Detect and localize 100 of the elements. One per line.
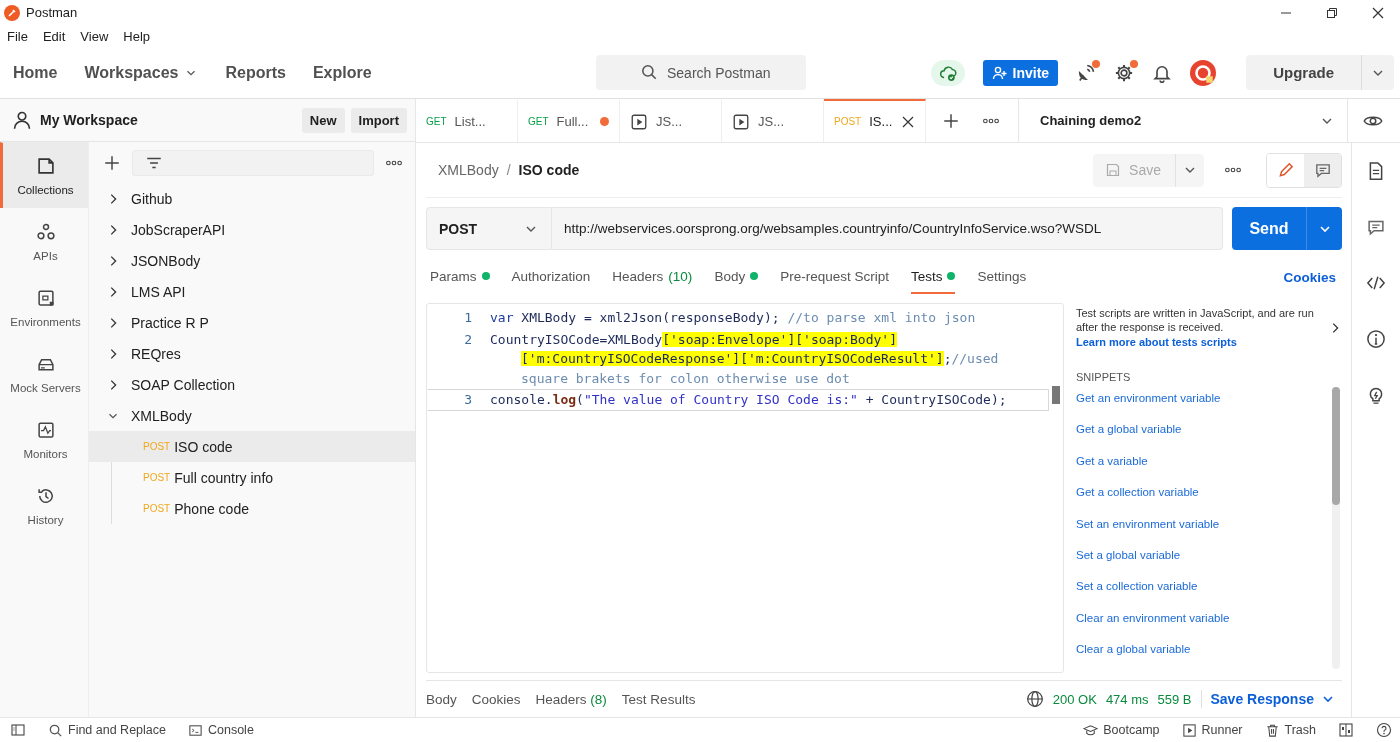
line-number: 2 — [463, 330, 473, 349]
learn-more-link[interactable]: Learn more about tests scripts — [1076, 336, 1237, 348]
breadcrumb-link[interactable]: XMLBody — [438, 162, 499, 178]
line-number: 3 — [463, 391, 473, 410]
menu-item[interactable]: Help — [123, 28, 151, 44]
add-icon[interactable] — [103, 154, 121, 172]
collection-item[interactable]: Practice R P — [89, 307, 415, 338]
cookies-link[interactable]: Cookies — [1283, 269, 1342, 285]
collection-item[interactable]: XMLBody — [89, 400, 415, 431]
request-option-tab[interactable]: Pre-request Script — [780, 260, 889, 294]
request-tab[interactable]: POST IS... — [824, 99, 926, 142]
response-time: 474 ms — [1105, 691, 1149, 707]
request-option-tab[interactable]: Tests — [910, 260, 956, 294]
invite-button[interactable]: Invite — [982, 59, 1059, 86]
request-tab[interactable]: GET Full... — [518, 99, 620, 142]
scrollbar-thumb[interactable] — [1332, 387, 1340, 505]
collection-item[interactable]: REQres — [89, 338, 415, 369]
nav-rail-item[interactable]: History — [0, 472, 88, 538]
snippet-link[interactable]: Set a global variable — [1076, 539, 1332, 572]
snippet-link[interactable]: Set an environment variable — [1076, 508, 1332, 540]
status-bar-item[interactable]: Find and Replace — [48, 722, 166, 738]
sync-status-button[interactable] — [930, 59, 965, 86]
code-editor[interactable] — [426, 303, 1064, 673]
status-bar-item[interactable]: Bootcamp — [1083, 722, 1160, 738]
search-field[interactable]: Search Postman — [596, 55, 806, 90]
snippet-link[interactable]: Get a collection variable — [1076, 477, 1332, 509]
add-icon[interactable] — [942, 111, 960, 130]
request-tab[interactable]: JS... — [620, 99, 722, 142]
environment-select[interactable]: Chaining demo2 — [1019, 99, 1347, 142]
nav-rail-item[interactable]: Monitors — [0, 406, 88, 472]
filter-field[interactable] — [132, 150, 374, 176]
collection-item[interactable]: LMS API — [89, 276, 415, 307]
status-bar-item[interactable]: Runner — [1181, 722, 1243, 738]
url-field[interactable]: http://webservices.oorsprong.org/websamples.countryinfo/CountryInfoService.wso?WSDL — [552, 207, 1223, 250]
response-tab[interactable]: Test Results — [621, 691, 696, 707]
search-icon — [48, 722, 63, 738]
graduation-cap-icon — [1083, 722, 1099, 738]
help-text: Test scripts are written in JavaScript, and are run after the response is received. — [1076, 307, 1315, 334]
nav-link[interactable]: Workspaces — [84, 63, 199, 82]
save-response-button[interactable]: Save Response — [1200, 690, 1342, 708]
info-icon[interactable] — [1366, 329, 1386, 349]
satellite-icon[interactable] — [1076, 62, 1097, 83]
nav-rail-item[interactable]: APIs — [0, 208, 88, 274]
globe-icon[interactable] — [1025, 690, 1044, 708]
settings-icon[interactable] — [1114, 62, 1135, 83]
request-option-tab[interactable]: Settings — [977, 260, 1027, 294]
search-icon — [640, 63, 658, 81]
play-icon — [1181, 722, 1197, 738]
request-option-tab[interactable]: Headers (10) — [612, 260, 693, 294]
snippet-link[interactable]: Set a collection variable — [1076, 571, 1332, 603]
section-title: SNIPPETS — [1076, 371, 1132, 383]
request-item[interactable]: POST ISO code — [89, 431, 415, 462]
request-option-tab[interactable]: Params — [430, 260, 490, 294]
nav-link[interactable]: Explore — [312, 63, 372, 82]
status-bar-item[interactable]: Console — [188, 722, 254, 738]
comment-mode-button[interactable] — [1304, 153, 1341, 187]
request-item[interactable]: POST Phone code — [112, 493, 415, 524]
nav-link[interactable]: Reports — [225, 63, 286, 82]
collection-item[interactable]: JobScraperAPI — [89, 214, 415, 245]
workspace-button[interactable]: New — [301, 107, 345, 133]
collection-item[interactable]: SOAP Collection — [89, 369, 415, 400]
response-tab[interactable]: Headers (8) — [535, 691, 607, 707]
nav-link[interactable]: Home — [13, 63, 58, 82]
menu-item[interactable]: View — [80, 28, 109, 44]
add-user-icon — [991, 64, 1008, 81]
code-line: var XMLBody = xml2Json(responseBody); //to parse xml into json — [490, 309, 976, 327]
response-tab[interactable]: Cookies — [471, 691, 521, 707]
snippet-link[interactable]: Get a variable — [1076, 445, 1332, 478]
snippet-link[interactable]: Get a global variable — [1076, 414, 1332, 446]
nav-rail-item[interactable]: Environments — [0, 274, 88, 340]
avatar-icon[interactable] — [1190, 59, 1217, 86]
method-select[interactable]: POST — [426, 207, 552, 250]
status-bar-item[interactable]: Trash — [1264, 722, 1316, 738]
nav-rail-item[interactable]: Mock Servers — [0, 340, 88, 406]
scrollbar-thumb[interactable] — [1052, 386, 1060, 404]
collection-item[interactable]: Github — [89, 183, 415, 214]
snippet-link[interactable]: Clear an environment variable — [1076, 602, 1332, 635]
snippet-link[interactable]: Clear a global variable — [1076, 634, 1332, 666]
layout-icon[interactable] — [1338, 722, 1354, 738]
trash-icon — [1264, 722, 1280, 738]
cloud-check-icon — [938, 63, 957, 82]
request-option-tab[interactable]: Authorization — [511, 260, 591, 294]
menu-item[interactable]: File — [7, 28, 28, 44]
workspace-name: My Workspace — [40, 112, 138, 128]
request-tab[interactable]: GET List... — [416, 99, 518, 142]
response-tab[interactable]: Body — [426, 691, 457, 707]
monitor-icon — [35, 419, 56, 440]
menu-item[interactable]: Edit — [42, 28, 66, 44]
request-tab[interactable]: JS... — [722, 99, 824, 142]
help-icon[interactable] — [1376, 722, 1392, 738]
request-item[interactable]: POST Full country info — [112, 462, 415, 493]
play-icon — [630, 112, 648, 131]
snippet-link[interactable]: Get an environment variable — [1076, 383, 1332, 415]
workspace-button[interactable]: Import — [350, 107, 407, 133]
environment-icon — [35, 287, 56, 308]
nav-rail-item[interactable]: Collections — [0, 142, 88, 208]
send-button[interactable]: Send — [1232, 207, 1306, 250]
request-option-tab[interactable]: Body — [714, 260, 759, 294]
collection-item[interactable]: JSONBody — [89, 245, 415, 276]
sidebar-toggle-icon[interactable] — [10, 722, 26, 738]
